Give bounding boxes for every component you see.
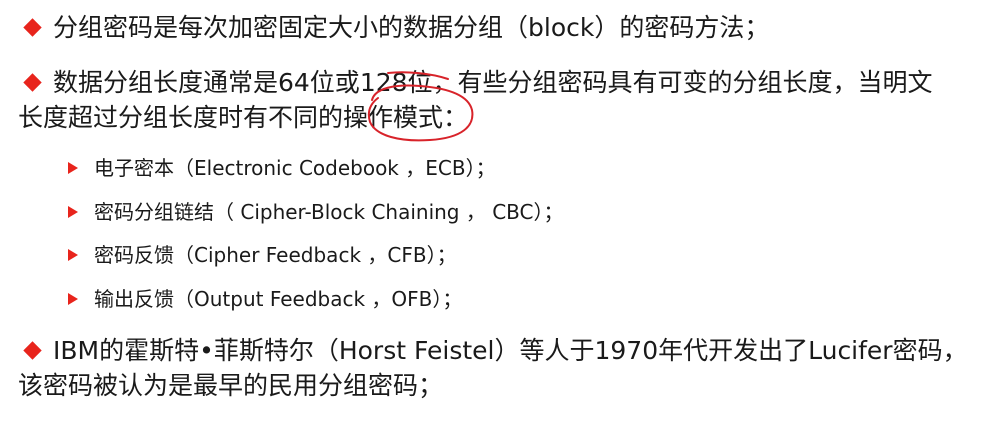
diamond-bullet-icon [23, 73, 42, 92]
modes-list: 电子密本（Electronic Codebook ，ECB）； 密码分组链结（ … [68, 150, 968, 324]
bullet-text-line2: 长度超过分组长度时有不同的 [18, 103, 344, 132]
list-item-ofb: 输出反馈（Output Feedback ，OFB）； [68, 281, 968, 325]
arrow-bullet-icon [68, 292, 78, 305]
arrow-bullet-icon [68, 205, 78, 218]
bullet-text-line1: IBM的霍斯特•菲斯特尔（Horst Feistel）等人于1970年代开发出了… [53, 336, 968, 365]
bullet-text-line2: 该密码被认为是最早的民用分组密码； [18, 371, 444, 400]
diamond-bullet-icon [23, 341, 42, 360]
list-item-text: 电子密本（Electronic Codebook ，ECB）； [94, 156, 496, 180]
list-item-text: 密码反馈（Cipher Feedback ，CFB）； [94, 243, 457, 267]
diamond-bullet-icon [23, 18, 42, 37]
arrow-bullet-icon [68, 249, 78, 261]
bullet-block-cipher-definition: 分组密码是每次加密固定大小的数据分组（block）的密码方法； [22, 10, 992, 45]
list-item-cbc: 密码分组链结（ Cipher-Block Chaining ， CBC）； [68, 194, 968, 238]
slide: 分组密码是每次加密固定大小的数据分组（block）的密码方法； 数据分组长度通常… [0, 0, 1000, 429]
highlighted-term-operation-modes: 操作模式 [343, 103, 444, 132]
bullet-text: 分组密码是每次加密固定大小的数据分组（block）的密码方法； [53, 13, 770, 42]
list-item-cfb: 密码反馈（Cipher Feedback ，CFB）； [68, 237, 968, 281]
arrow-bullet-icon [68, 162, 78, 174]
list-item-text: 密码分组链结（ Cipher-Block Chaining ， CBC）； [94, 199, 564, 224]
bullet-text-line1: 数据分组长度通常是64位或128位，有些分组密码具有可变的分组长度，当明文 [53, 68, 933, 97]
bullet-block-length: 数据分组长度通常是64位或128位，有些分组密码具有可变的分组长度，当明文 长度… [18, 65, 992, 135]
bullet-lucifer-history: IBM的霍斯特•菲斯特尔（Horst Feistel）等人于1970年代开发出了… [18, 333, 992, 403]
list-item-text: 输出反馈（Output Feedback ，OFB）； [94, 286, 463, 311]
bullet-text-colon: ： [443, 103, 469, 132]
list-item-ecb: 电子密本（Electronic Codebook ，ECB）； [68, 150, 968, 194]
